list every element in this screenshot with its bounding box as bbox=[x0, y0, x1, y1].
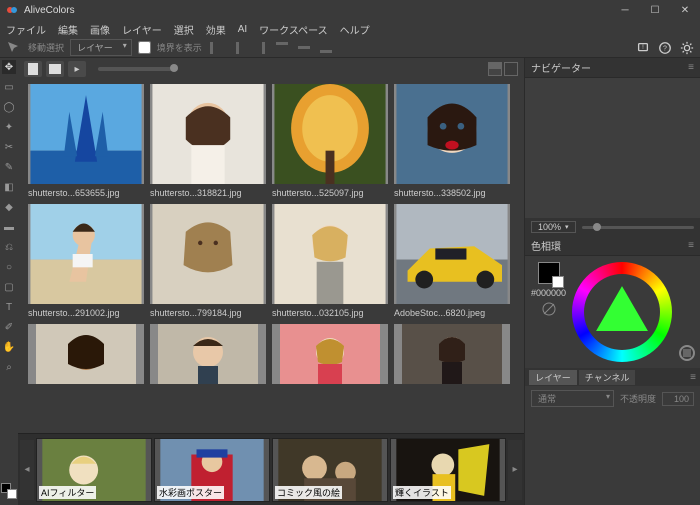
color-wheel[interactable] bbox=[572, 262, 672, 362]
align-icon-5[interactable] bbox=[296, 40, 312, 56]
layer-target-select[interactable]: レイヤー bbox=[70, 39, 132, 56]
lasso-tool[interactable]: ◯ bbox=[2, 100, 16, 114]
thumbnail[interactable]: shuttersto...338502.jpg bbox=[394, 84, 510, 198]
image-grid: shuttersto...653655.jpg shuttersto...318… bbox=[18, 80, 524, 433]
menu-bar: ファイル 編集 画像 レイヤー 選択 効果 AI ワークスペース ヘルプ bbox=[0, 20, 700, 38]
align-icon-3[interactable] bbox=[252, 40, 268, 56]
align-icon-2[interactable] bbox=[230, 40, 246, 56]
move-tool-icon bbox=[6, 40, 22, 56]
blur-tool[interactable]: ○ bbox=[2, 260, 16, 274]
filmstrip-item[interactable]: AIフィルター bbox=[36, 438, 152, 502]
hand-tool[interactable]: ✋ bbox=[2, 340, 16, 354]
grid-view-button[interactable] bbox=[488, 62, 502, 76]
filmstrip-next[interactable]: ▸ bbox=[508, 440, 522, 500]
brush-tool[interactable]: ✎ bbox=[2, 160, 16, 174]
minimize-button[interactable]: ─ bbox=[610, 0, 640, 20]
open-folder-button[interactable] bbox=[46, 61, 64, 77]
background-swatch[interactable] bbox=[7, 489, 17, 499]
navigator-body bbox=[525, 78, 700, 218]
thumbnail[interactable]: shuttersto...318821.jpg bbox=[150, 84, 266, 198]
thumbnail[interactable] bbox=[272, 324, 388, 384]
text-tool[interactable]: T bbox=[2, 300, 16, 314]
filmstrip-item[interactable]: 輝くイラスト bbox=[390, 438, 506, 502]
help-icon[interactable]: ? bbox=[658, 41, 672, 55]
menu-help[interactable]: ヘルプ bbox=[340, 22, 370, 37]
opacity-label: 不透明度 bbox=[620, 392, 656, 405]
menu-workspace[interactable]: ワークスペース bbox=[259, 22, 328, 37]
thumbnail[interactable]: shuttersto...799184.jpg bbox=[150, 204, 266, 318]
filmstrip-prev[interactable]: ◂ bbox=[20, 440, 34, 500]
menu-layer[interactable]: レイヤー bbox=[122, 22, 162, 37]
play-button[interactable]: ▸ bbox=[68, 61, 86, 77]
align-icon-6[interactable] bbox=[318, 40, 334, 56]
thumbnail-size-slider[interactable] bbox=[98, 67, 178, 71]
no-color-icon[interactable] bbox=[542, 302, 556, 316]
blend-mode-select[interactable]: 通常 bbox=[531, 390, 614, 407]
align-icon-4[interactable] bbox=[274, 40, 290, 56]
menu-ai[interactable]: AI bbox=[238, 24, 247, 35]
tool-palette: ✥ ▭ ◯ ✦ ✂ ✎ ◧ ◆ ▬ ⎌ ○ ▢ T ✐ ✋ ⌕ bbox=[0, 58, 18, 505]
layers-tab[interactable]: レイヤー bbox=[529, 370, 577, 385]
app-logo bbox=[6, 4, 18, 16]
move-label: 移動選択 bbox=[28, 41, 64, 54]
zoom-slider[interactable] bbox=[582, 226, 694, 229]
channels-tab[interactable]: チャンネル bbox=[579, 370, 636, 385]
thumbnail[interactable]: shuttersto...032105.jpg bbox=[272, 204, 388, 318]
menu-edit[interactable]: 編集 bbox=[58, 22, 78, 37]
color-hex-value[interactable]: #000000 bbox=[531, 288, 566, 298]
bounds-label: 境界を表示 bbox=[157, 41, 202, 54]
filmstrip-item[interactable]: 水彩画ポスター bbox=[154, 438, 270, 502]
thumbnail[interactable]: shuttersto...525097.jpg bbox=[272, 84, 388, 198]
app-title: AliveColors bbox=[24, 5, 610, 16]
thumbnail[interactable]: shuttersto...291002.jpg bbox=[28, 204, 144, 318]
gradient-tool[interactable]: ▬ bbox=[2, 220, 16, 234]
thumbnail[interactable] bbox=[394, 324, 510, 384]
color-swatches[interactable] bbox=[1, 483, 17, 499]
menu-select[interactable]: 選択 bbox=[174, 22, 194, 37]
thumbnail[interactable] bbox=[150, 324, 266, 384]
thumbnail[interactable] bbox=[28, 324, 144, 384]
maximize-button[interactable]: ☐ bbox=[640, 0, 670, 20]
color-mode-icon[interactable] bbox=[678, 344, 696, 362]
notifications-icon[interactable]: ! bbox=[636, 41, 650, 55]
thumbnail[interactable]: shuttersto...653655.jpg bbox=[28, 84, 144, 198]
new-file-button[interactable] bbox=[24, 61, 42, 77]
list-view-button[interactable] bbox=[504, 62, 518, 76]
panel-menu-icon[interactable]: ≡ bbox=[688, 62, 694, 73]
color-panel-header[interactable]: 色相環≡ bbox=[525, 236, 700, 256]
menu-effect[interactable]: 効果 bbox=[206, 22, 226, 37]
options-bar: 移動選択 レイヤー 境界を表示 ! ? bbox=[0, 38, 700, 58]
menu-image[interactable]: 画像 bbox=[90, 22, 110, 37]
marquee-tool[interactable]: ▭ bbox=[2, 80, 16, 94]
clone-tool[interactable]: ⎌ bbox=[2, 240, 16, 254]
eyedropper-tool[interactable]: ✐ bbox=[2, 320, 16, 334]
align-icon-1[interactable] bbox=[208, 40, 224, 56]
svg-text:!: ! bbox=[642, 43, 644, 50]
zoom-tool[interactable]: ⌕ bbox=[2, 360, 16, 374]
opacity-value[interactable]: 100 bbox=[662, 392, 694, 406]
thumbnail[interactable]: AdobeStoc...6820.jpeg bbox=[394, 204, 510, 318]
fill-tool[interactable]: ◆ bbox=[2, 200, 16, 214]
crop-tool[interactable]: ✂ bbox=[2, 140, 16, 154]
filmstrip-item[interactable]: コミック風の絵 bbox=[272, 438, 388, 502]
effects-filmstrip: ◂ AIフィルター 水彩画ポスター コミック風の絵 輝くイラスト ▸ bbox=[18, 433, 524, 505]
color-foreground-box[interactable] bbox=[538, 262, 560, 284]
move-tool[interactable]: ✥ bbox=[2, 60, 16, 74]
zoom-value[interactable]: 100%▾ bbox=[531, 221, 576, 233]
wand-tool[interactable]: ✦ bbox=[2, 120, 16, 134]
menu-file[interactable]: ファイル bbox=[6, 22, 46, 37]
panel-menu-icon[interactable]: ≡ bbox=[688, 240, 694, 251]
svg-text:?: ? bbox=[663, 45, 667, 52]
eraser-tool[interactable]: ◧ bbox=[2, 180, 16, 194]
settings-icon[interactable] bbox=[680, 41, 694, 55]
navigator-panel-header[interactable]: ナビゲーター≡ bbox=[525, 58, 700, 78]
shape-tool[interactable]: ▢ bbox=[2, 280, 16, 294]
close-button[interactable]: ✕ bbox=[670, 0, 700, 20]
panel-menu-icon[interactable]: ≡ bbox=[690, 372, 696, 383]
show-bounds-checkbox[interactable] bbox=[138, 41, 151, 54]
